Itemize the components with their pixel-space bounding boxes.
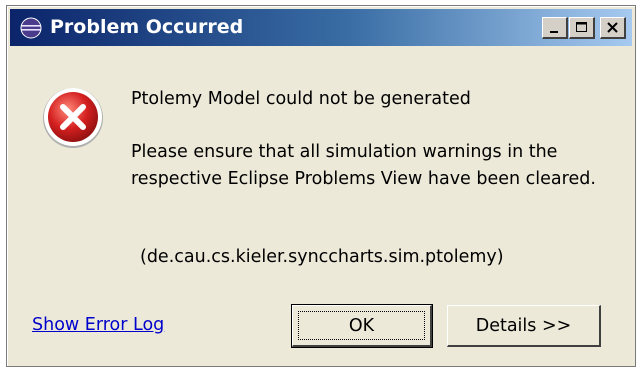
window-title: Problem Occurred (50, 16, 244, 38)
close-button[interactable] (600, 17, 626, 39)
ok-button[interactable]: OK (291, 304, 433, 348)
minimize-button[interactable] (542, 17, 568, 39)
plugin-id: (de.cau.cs.kieler.synccharts.sim.ptolemy… (140, 247, 504, 267)
error-icon (40, 84, 106, 150)
close-icon (601, 20, 624, 36)
details-button-label: Details >> (475, 315, 572, 336)
eclipse-icon (19, 16, 43, 40)
dialog-window: Problem Occurred Ptolemy Model could not… (6, 5, 636, 367)
focus-rectangle (298, 311, 425, 340)
maximize-button[interactable] (569, 17, 595, 39)
details-button[interactable]: Details >> (447, 305, 601, 347)
error-title: Ptolemy Model could not be generated (131, 89, 471, 109)
title-bar[interactable]: Problem Occurred (10, 9, 632, 46)
error-description: Please ensure that all simulation warnin… (131, 142, 596, 189)
show-error-log-link[interactable]: Show Error Log (32, 313, 164, 337)
maximize-icon (570, 20, 593, 36)
minimize-icon (543, 20, 566, 36)
